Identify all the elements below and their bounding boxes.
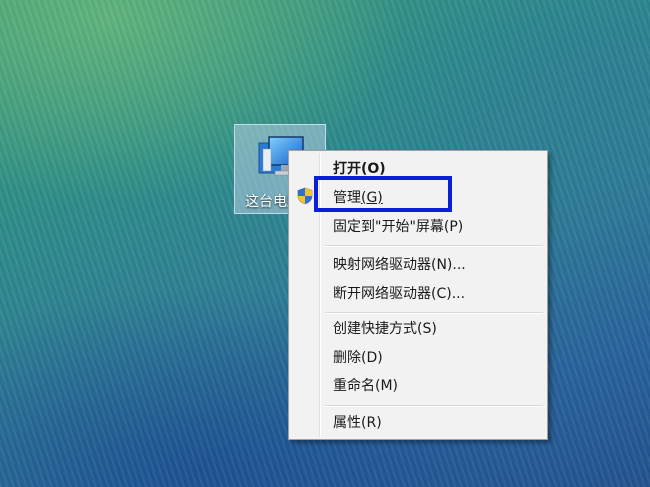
menu-item-shortcut: (S) (417, 321, 437, 337)
menu-item-shortcut: (N)... (431, 257, 466, 273)
uac-shield-icon (297, 187, 313, 205)
menu-item-shortcut: (O) (361, 161, 386, 177)
menu-item-shortcut: (D) (361, 350, 383, 366)
menu-item-shortcut: (R) (361, 415, 382, 431)
menu-item-label: 属性 (333, 415, 361, 431)
menu-item-shortcut: (C)... (431, 286, 466, 302)
menu-item-label: 重命名 (333, 378, 375, 394)
menu-item-map-network-drive[interactable]: 映射网络驱动器(N)... (333, 253, 466, 277)
menu-item-label: 固定到"开始"屏幕 (333, 219, 444, 235)
menu-item-label: 映射网络驱动器 (333, 257, 431, 273)
menu-item-delete[interactable]: 删除(D) (333, 346, 383, 370)
menu-separator (325, 312, 543, 314)
menu-item-label: 创建快捷方式 (333, 321, 417, 337)
menu-item-properties[interactable]: 属性(R) (333, 411, 382, 435)
menu-item-label: 打开 (333, 161, 361, 177)
menu-item-label: 断开网络驱动器 (333, 286, 431, 302)
menu-item-disconnect-network-drive[interactable]: 断开网络驱动器(C)... (333, 282, 465, 306)
highlight-annotation-box (314, 176, 452, 212)
menu-item-rename[interactable]: 重命名(M) (333, 374, 398, 398)
menu-item-label: 删除 (333, 350, 361, 366)
menu-separator (325, 245, 543, 247)
menu-item-shortcut: (P) (443, 219, 464, 235)
menu-item-pin-to-start[interactable]: 固定到"开始"屏幕(P) (333, 215, 463, 239)
menu-separator (325, 405, 543, 407)
menu-item-shortcut: (M) (375, 378, 399, 394)
menu-item-create-shortcut[interactable]: 创建快捷方式(S) (333, 317, 437, 341)
